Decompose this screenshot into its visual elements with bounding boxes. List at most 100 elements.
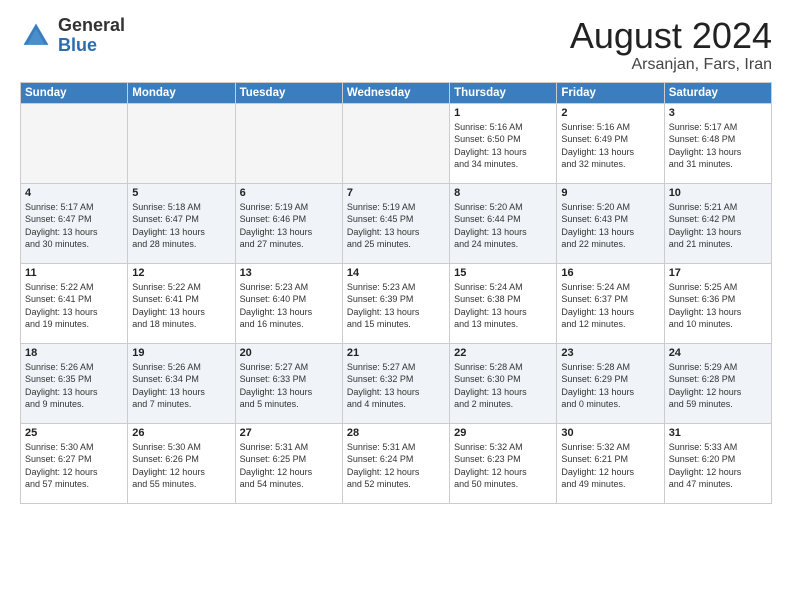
day-info: Sunrise: 5:21 AMSunset: 6:42 PMDaylight:… <box>669 201 767 251</box>
day-info: Sunrise: 5:31 AMSunset: 6:25 PMDaylight:… <box>240 441 338 491</box>
table-row: 5 Sunrise: 5:18 AMSunset: 6:47 PMDaylight… <box>128 183 235 263</box>
table-row: 11 Sunrise: 5:22 AMSunset: 6:41 PMDayligh… <box>21 263 128 343</box>
table-row: 17 Sunrise: 5:25 AMSunset: 6:36 PMDayligh… <box>664 263 771 343</box>
day-number: 19 <box>132 347 230 359</box>
table-row: 28 Sunrise: 5:31 AMSunset: 6:24 PMDayligh… <box>342 423 449 503</box>
day-info: Sunrise: 5:32 AMSunset: 6:23 PMDaylight:… <box>454 441 552 491</box>
day-info: Sunrise: 5:27 AMSunset: 6:32 PMDaylight:… <box>347 361 445 411</box>
table-row: 9Sunrise: 5:20 AMSunset: 6:43 PMDaylight… <box>557 183 664 263</box>
day-info: Sunrise: 5:26 AMSunset: 6:34 PMDaylight:… <box>132 361 230 411</box>
table-row: 1Sunrise: 5:16 AMSunset: 6:50 PMDaylight… <box>450 103 557 183</box>
day-number: 14 <box>347 267 445 279</box>
table-row: 23Sunrise: 5:28 AMSunset: 6:29 PMDayligh… <box>557 343 664 423</box>
day-info: Sunrise: 5:23 AMSunset: 6:39 PMDaylight:… <box>347 281 445 331</box>
day-number: 16 <box>561 267 659 279</box>
day-number: 26 <box>132 427 230 439</box>
table-row: 24 Sunrise: 5:29 AMSunset: 6:28 PMDayligh… <box>664 343 771 423</box>
day-info: Sunrise: 5:25 AMSunset: 6:36 PMDaylight:… <box>669 281 767 331</box>
col-wednesday: Wednesday <box>342 82 449 103</box>
day-info: Sunrise: 5:22 AMSunset: 6:41 PMDaylight:… <box>25 281 123 331</box>
table-row: 22Sunrise: 5:28 AMSunset: 6:30 PMDayligh… <box>450 343 557 423</box>
day-number: 17 <box>669 267 767 279</box>
day-number: 24 <box>669 347 767 359</box>
day-number: 11 <box>25 267 123 279</box>
day-info: Sunrise: 5:22 AMSunset: 6:41 PMDaylight:… <box>132 281 230 331</box>
day-number: 22 <box>454 347 552 359</box>
table-row: 10Sunrise: 5:21 AMSunset: 6:42 PMDayligh… <box>664 183 771 263</box>
calendar-week-row: 25 Sunrise: 5:30 AMSunset: 6:27 PMDayligh… <box>21 423 772 503</box>
logo: General Blue <box>20 16 125 56</box>
table-row: 21 Sunrise: 5:27 AMSunset: 6:32 PMDayligh… <box>342 343 449 423</box>
location-title: Arsanjan, Fars, Iran <box>570 56 772 74</box>
day-info: Sunrise: 5:17 AMSunset: 6:47 PMDaylight:… <box>25 201 123 251</box>
month-title: August 2024 <box>570 16 772 56</box>
day-number: 6 <box>240 187 338 199</box>
day-info: Sunrise: 5:30 AMSunset: 6:26 PMDaylight:… <box>132 441 230 491</box>
day-number: 29 <box>454 427 552 439</box>
calendar-week-row: 18 Sunrise: 5:26 AMSunset: 6:35 PMDayligh… <box>21 343 772 423</box>
table-row: 20 Sunrise: 5:27 AMSunset: 6:33 PMDayligh… <box>235 343 342 423</box>
day-info: Sunrise: 5:16 AMSunset: 6:50 PMDaylight:… <box>454 121 552 171</box>
table-row <box>21 103 128 183</box>
calendar-header-row: Sunday Monday Tuesday Wednesday Thursday… <box>21 82 772 103</box>
table-row: 4 Sunrise: 5:17 AMSunset: 6:47 PMDaylight… <box>21 183 128 263</box>
table-row: 19 Sunrise: 5:26 AMSunset: 6:34 PMDayligh… <box>128 343 235 423</box>
day-number: 2 <box>561 107 659 119</box>
day-info: Sunrise: 5:32 AMSunset: 6:21 PMDaylight:… <box>561 441 659 491</box>
logo-blue-text: Blue <box>58 36 125 56</box>
table-row <box>235 103 342 183</box>
day-number: 4 <box>25 187 123 199</box>
table-row <box>128 103 235 183</box>
day-number: 3 <box>669 107 767 119</box>
table-row: 27 Sunrise: 5:31 AMSunset: 6:25 PMDayligh… <box>235 423 342 503</box>
day-info: Sunrise: 5:30 AMSunset: 6:27 PMDaylight:… <box>25 441 123 491</box>
day-number: 31 <box>669 427 767 439</box>
day-info: Sunrise: 5:20 AMSunset: 6:43 PMDaylight:… <box>561 201 659 251</box>
table-row: 18 Sunrise: 5:26 AMSunset: 6:35 PMDayligh… <box>21 343 128 423</box>
table-row: 26 Sunrise: 5:30 AMSunset: 6:26 PMDayligh… <box>128 423 235 503</box>
day-info: Sunrise: 5:28 AMSunset: 6:29 PMDaylight:… <box>561 361 659 411</box>
table-row: 15Sunrise: 5:24 AMSunset: 6:38 PMDayligh… <box>450 263 557 343</box>
day-info: Sunrise: 5:20 AMSunset: 6:44 PMDaylight:… <box>454 201 552 251</box>
table-row: 6 Sunrise: 5:19 AMSunset: 6:46 PMDaylight… <box>235 183 342 263</box>
day-info: Sunrise: 5:18 AMSunset: 6:47 PMDaylight:… <box>132 201 230 251</box>
day-number: 25 <box>25 427 123 439</box>
day-info: Sunrise: 5:31 AMSunset: 6:24 PMDaylight:… <box>347 441 445 491</box>
day-info: Sunrise: 5:16 AMSunset: 6:49 PMDaylight:… <box>561 121 659 171</box>
day-number: 27 <box>240 427 338 439</box>
col-sunday: Sunday <box>21 82 128 103</box>
col-friday: Friday <box>557 82 664 103</box>
table-row: 30Sunrise: 5:32 AMSunset: 6:21 PMDayligh… <box>557 423 664 503</box>
day-info: Sunrise: 5:27 AMSunset: 6:33 PMDaylight:… <box>240 361 338 411</box>
col-tuesday: Tuesday <box>235 82 342 103</box>
calendar-week-row: 1Sunrise: 5:16 AMSunset: 6:50 PMDaylight… <box>21 103 772 183</box>
table-row: 29 Sunrise: 5:32 AMSunset: 6:23 PMDayligh… <box>450 423 557 503</box>
col-saturday: Saturday <box>664 82 771 103</box>
table-row: 2 Sunrise: 5:16 AMSunset: 6:49 PMDaylight… <box>557 103 664 183</box>
table-row: 16 Sunrise: 5:24 AMSunset: 6:37 PMDayligh… <box>557 263 664 343</box>
day-number: 21 <box>347 347 445 359</box>
table-row: 8 Sunrise: 5:20 AMSunset: 6:44 PMDaylight… <box>450 183 557 263</box>
day-number: 28 <box>347 427 445 439</box>
logo-general-text: General <box>58 16 125 36</box>
day-number: 8 <box>454 187 552 199</box>
day-info: Sunrise: 5:24 AMSunset: 6:38 PMDaylight:… <box>454 281 552 331</box>
logo-icon <box>20 20 52 52</box>
day-info: Sunrise: 5:19 AMSunset: 6:46 PMDaylight:… <box>240 201 338 251</box>
day-number: 13 <box>240 267 338 279</box>
page-header: General Blue August 2024 Arsanjan, Fars,… <box>20 16 772 74</box>
day-number: 20 <box>240 347 338 359</box>
day-info: Sunrise: 5:29 AMSunset: 6:28 PMDaylight:… <box>669 361 767 411</box>
day-number: 7 <box>347 187 445 199</box>
day-info: Sunrise: 5:19 AMSunset: 6:45 PMDaylight:… <box>347 201 445 251</box>
day-number: 18 <box>25 347 123 359</box>
table-row: 13Sunrise: 5:23 AMSunset: 6:40 PMDayligh… <box>235 263 342 343</box>
title-block: August 2024 Arsanjan, Fars, Iran <box>570 16 772 74</box>
table-row: 12Sunrise: 5:22 AMSunset: 6:41 PMDayligh… <box>128 263 235 343</box>
day-number: 5 <box>132 187 230 199</box>
calendar-table: Sunday Monday Tuesday Wednesday Thursday… <box>20 82 772 504</box>
table-row <box>342 103 449 183</box>
day-info: Sunrise: 5:26 AMSunset: 6:35 PMDaylight:… <box>25 361 123 411</box>
day-info: Sunrise: 5:24 AMSunset: 6:37 PMDaylight:… <box>561 281 659 331</box>
table-row: 31Sunrise: 5:33 AMSunset: 6:20 PMDayligh… <box>664 423 771 503</box>
